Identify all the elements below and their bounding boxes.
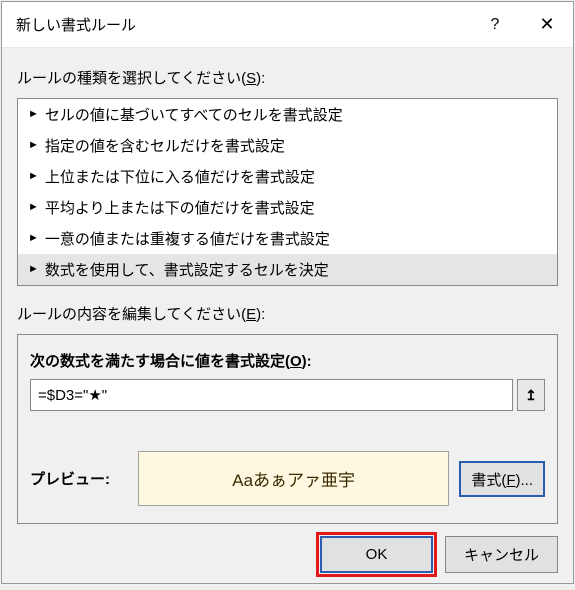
formula-heading-post: ): xyxy=(302,353,312,370)
rule-type-label-post: ): xyxy=(256,70,265,87)
formula-heading-pre: 次の数式を満たす場合に値を書式設定( xyxy=(30,353,290,370)
rule-type-item-2[interactable]: ► 上位または下位に入る値だけを書式設定 xyxy=(18,161,557,192)
rule-type-text: 数式を使用して、書式設定するセルを決定 xyxy=(45,259,329,280)
rule-type-text: 指定の値を含むセルだけを書式設定 xyxy=(45,135,285,156)
preview-label: プレビュー: xyxy=(30,468,128,489)
format-btn-post: )... xyxy=(516,472,534,489)
rule-type-label: ルールの種類を選択してください(S): xyxy=(17,67,558,88)
preview-box: Aaあぁアァ亜宇 xyxy=(138,451,449,506)
rule-type-text: 平均より上または下の値だけを書式設定 xyxy=(45,197,315,218)
button-row: OK キャンセル xyxy=(17,536,558,573)
rule-type-item-0[interactable]: ► セルの値に基づいてすべてのセルを書式設定 xyxy=(18,99,557,130)
preview-row: プレビュー: Aaあぁアァ亜宇 書式(F)... xyxy=(30,451,545,506)
formula-heading: 次の数式を満たす場合に値を書式設定(O): xyxy=(30,350,545,371)
close-button[interactable]: ✕ xyxy=(521,2,573,48)
rule-type-list[interactable]: ►セルの値に基づいてすべてのセルを書式設定 ►指定の値を含むセルだけを書式設定 … xyxy=(17,98,558,286)
formula-input[interactable] xyxy=(30,379,513,411)
rule-type-item-4[interactable]: ► 一意の値または重複する値だけを書式設定 xyxy=(18,223,557,254)
bullet-icon: ► xyxy=(28,202,39,213)
rule-type-label-pre: ルールの種類を選択してください( xyxy=(17,70,246,87)
format-btn-pre: 書式( xyxy=(471,472,506,489)
rule-type-label-accel: S xyxy=(246,70,256,87)
help-button[interactable]: ? xyxy=(469,2,521,48)
rule-type-item-5[interactable]: ► 数式を使用して、書式設定するセルを決定 xyxy=(18,254,557,285)
rule-type-text: 上位または下位に入る値だけを書式設定 xyxy=(45,166,315,187)
cancel-button[interactable]: キャンセル xyxy=(445,536,558,573)
rule-type-item-3[interactable]: ► 平均より上または下の値だけを書式設定 xyxy=(18,192,557,223)
bullet-icon: ► xyxy=(28,264,39,275)
format-btn-accel: F xyxy=(506,472,515,489)
bullet-icon: ► xyxy=(28,171,39,182)
rule-type-text: 一意の値または重複する値だけを書式設定 xyxy=(45,228,330,249)
new-format-rule-dialog: 新しい書式ルール ? ✕ ルールの種類を選択してください(S): ► セルの値に基… xyxy=(1,1,574,584)
formula-row: ↥ xyxy=(30,379,545,411)
edit-box: 次の数式を満たす場合に値を書式設定(O): ↥ プレビュー: Aaあぁアァ亜宇 … xyxy=(17,334,558,524)
rule-type-text: セルの値に基づいてすべてのセルを書式設定 xyxy=(45,104,343,125)
dialog-title: 新しい書式ルール xyxy=(16,14,469,35)
format-button[interactable]: 書式(F)... xyxy=(459,461,545,497)
edit-rule-label-accel: E xyxy=(246,306,256,323)
formula-heading-accel: O xyxy=(290,353,302,370)
dialog-body: ルールの種類を選択してください(S): ► セルの値に基づいてすべてのセルを書式設… xyxy=(2,48,573,590)
rule-type-item-1[interactable]: ► 指定の値を含むセルだけを書式設定 xyxy=(18,130,557,161)
edit-rule-label-post: ): xyxy=(256,306,265,323)
edit-rule-label: ルールの内容を編集してください(E): xyxy=(17,303,558,324)
collapse-dialog-button[interactable]: ↥ xyxy=(517,379,545,411)
reference-icon: ↥ xyxy=(525,387,537,404)
edit-rule-label-pre: ルールの内容を編集してください( xyxy=(17,306,246,323)
bullet-icon: ► xyxy=(28,109,39,120)
ok-button[interactable]: OK xyxy=(320,536,433,573)
titlebar: 新しい書式ルール ? ✕ xyxy=(2,2,573,48)
bullet-icon: ► xyxy=(28,233,39,244)
bullet-icon: ► xyxy=(28,140,39,151)
